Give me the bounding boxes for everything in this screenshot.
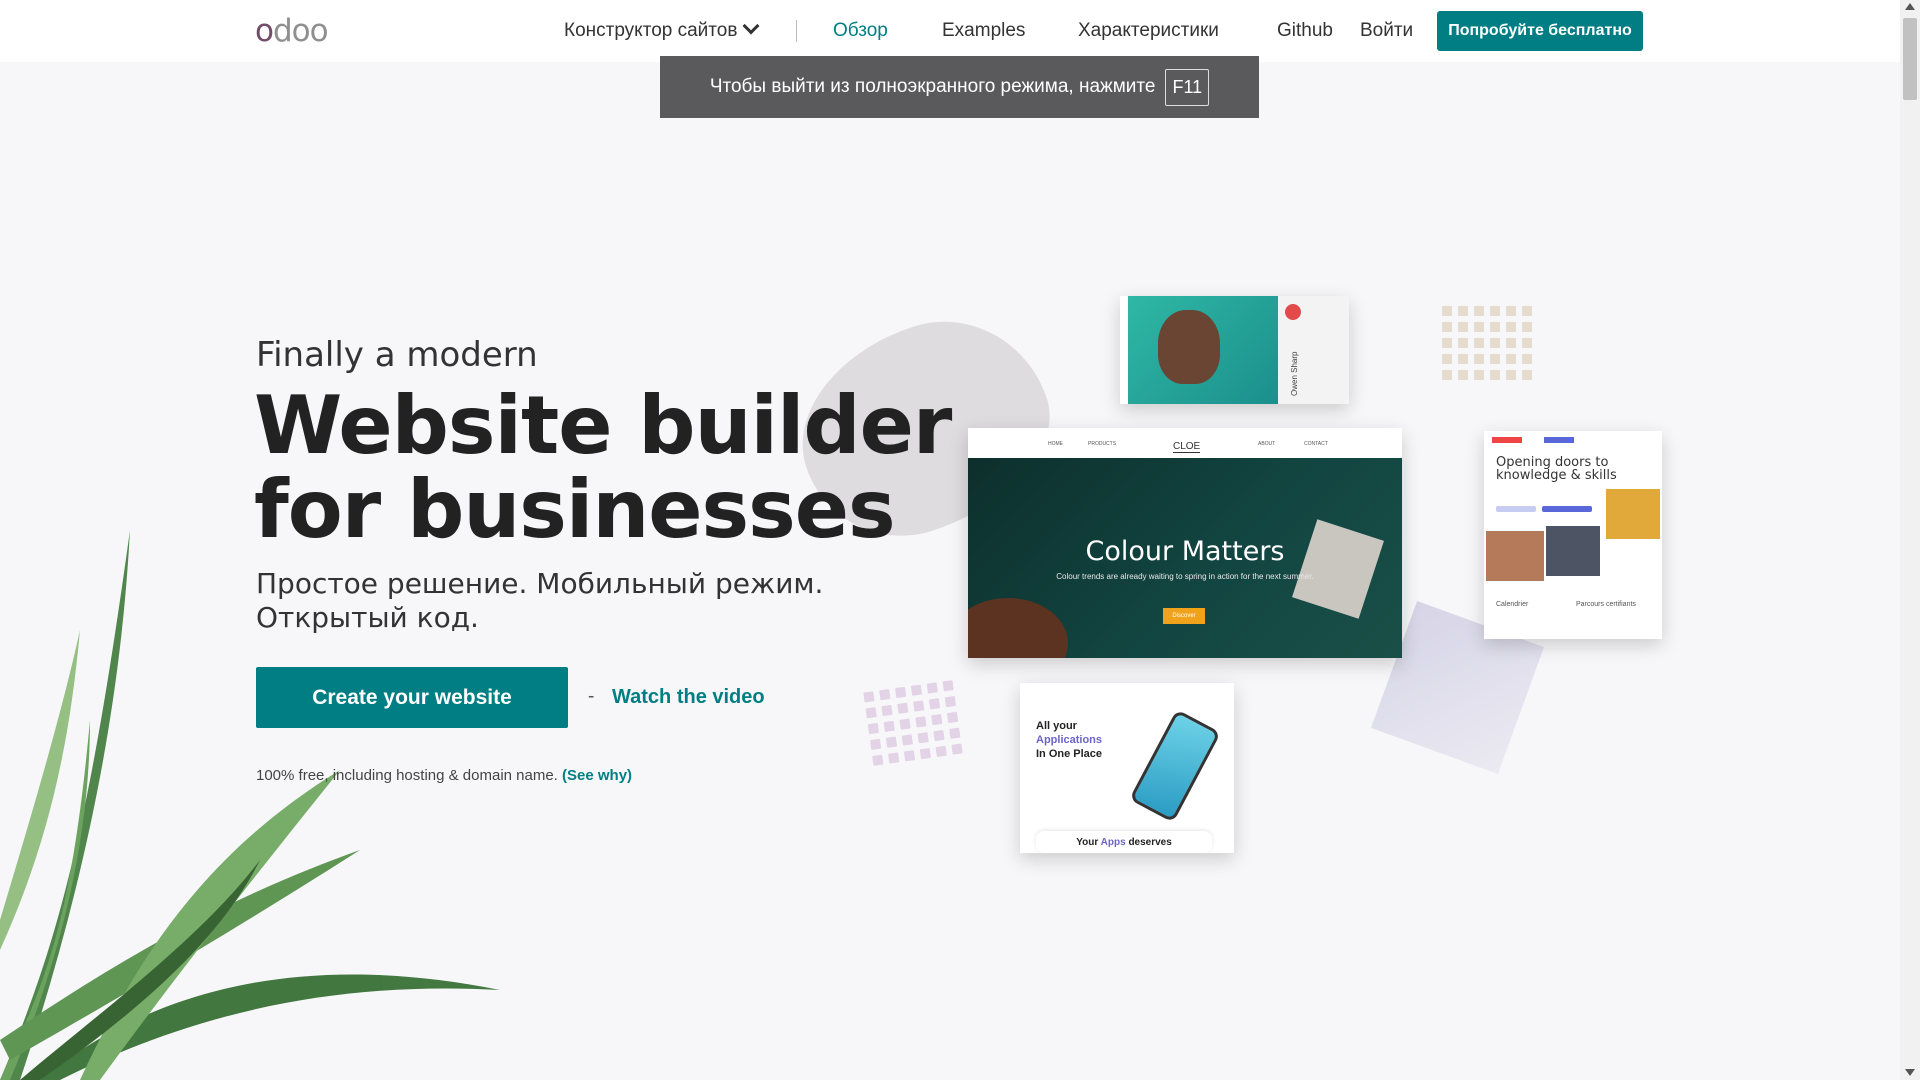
apps-bottom-banner: Your Apps deserves (1036, 831, 1212, 853)
see-why-link[interactable]: (See why) (562, 767, 632, 784)
f11-key: F11 (1165, 68, 1210, 106)
apps-title-line3: In One Place (1036, 748, 1103, 760)
apps-title-line1: All your (1036, 720, 1077, 732)
edu-nav-pill (1544, 437, 1574, 443)
scroll-down-arrow-icon[interactable] (1905, 1069, 1915, 1076)
product-menu[interactable]: Конструктор сайтов (564, 17, 760, 43)
apps-template-preview: All your Applications In One Place Your … (1020, 683, 1234, 853)
toast-text: Чтобы выйти из полноэкранного режима, на… (709, 76, 1156, 97)
hero-subtitle: Простое решение. Мобильный режим. Открыт… (256, 567, 824, 634)
page-scrollbar[interactable] (1900, 0, 1920, 1080)
hero-title: Website builder for businesses (254, 384, 954, 552)
nav-examples[interactable]: Examples (942, 19, 1025, 43)
hero-title-line1: Website builder (254, 379, 952, 472)
scroll-thumb[interactable] (1903, 18, 1917, 100)
odoo-logo[interactable]: odoo (255, 14, 329, 48)
top-navbar: odoo Конструктор сайтов Обзор Examples Х… (0, 0, 1900, 62)
edu-logo (1492, 437, 1522, 443)
person-face-image (1158, 310, 1220, 384)
template-hero-subtitle: Colour trends are already waiting to spr… (1056, 572, 1314, 581)
template-hero-title: Colour Matters (1085, 536, 1285, 567)
cta-separator: - (588, 686, 595, 707)
hero-title-line2: for businesses (254, 463, 896, 556)
create-website-button[interactable]: Create your website (256, 667, 568, 728)
edu-label-certificates: Parcours certifiants (1576, 601, 1636, 608)
apps-title-line2: Applications (1036, 734, 1103, 746)
fullscreen-exit-toast: Чтобы выйти из полноэкранного режима, на… (660, 56, 1259, 118)
education-template-preview: Opening doors to knowledge & skills Cale… (1484, 431, 1662, 639)
scroll-up-arrow-icon[interactable] (1905, 3, 1915, 10)
template-nav-about: ABOUT (1258, 441, 1276, 447)
edu-photo-3 (1606, 489, 1660, 539)
template-nav-home: HOME (1048, 441, 1063, 447)
nav-divider (796, 20, 797, 42)
phone-image (1128, 709, 1222, 823)
edu-photo-1 (1486, 531, 1544, 581)
dot-grid-beige (1442, 306, 1532, 380)
watch-video-link[interactable]: Watch the video (612, 686, 765, 709)
nav-features[interactable]: Характеристики (1078, 19, 1219, 43)
template-logo: CLOE (1173, 441, 1201, 453)
profile-name: Owen Sharp (1290, 351, 1299, 396)
chevron-down-icon (742, 17, 760, 35)
apps-bottom-b: Apps (1100, 837, 1126, 848)
dot-grid-lilac (863, 680, 963, 766)
edu-photo-2 (1546, 526, 1600, 576)
cloe-template-preview: HOME PRODUCTS CLOE ABOUT CONTACT Colour … (968, 428, 1402, 658)
nav-overview[interactable]: Обзор (833, 19, 888, 43)
try-free-button[interactable]: Попробуйте бесплатно (1437, 11, 1643, 51)
edu-label-calendar: Calendrier (1496, 601, 1529, 608)
red-badge-icon (1285, 304, 1301, 320)
template-hero-image: Colour Matters Colour trends are already… (968, 458, 1402, 658)
template-discover-button: Discover (1163, 608, 1205, 624)
profile-template-preview: Owen Sharp (1120, 296, 1349, 404)
free-note-text: 100% free, including hosting & domain na… (256, 767, 558, 784)
template-nav-products: PRODUCTS (1088, 441, 1117, 447)
edu-title: Opening doors to knowledge & skills (1496, 455, 1617, 483)
edu-pill-1 (1496, 506, 1536, 512)
apps-bottom-c: deserves (1128, 837, 1172, 848)
free-hosting-note: 100% free, including hosting & domain na… (256, 767, 632, 784)
hero-kicker: Finally a modern (256, 335, 538, 375)
nav-github[interactable]: Github (1277, 19, 1333, 43)
wood-table-shape (968, 598, 1068, 658)
profile-photo (1128, 296, 1278, 404)
apps-title: All your Applications In One Place (1036, 719, 1102, 761)
notebook-shape (1292, 519, 1384, 619)
template-navbar: HOME PRODUCTS CLOE ABOUT CONTACT (968, 428, 1402, 458)
apps-bottom-a: Your (1076, 837, 1099, 848)
nav-login[interactable]: Войти (1360, 19, 1413, 43)
template-nav-contact: CONTACT (1304, 441, 1328, 447)
product-menu-label: Конструктор сайтов (564, 20, 738, 41)
edu-pill-2 (1542, 506, 1592, 512)
